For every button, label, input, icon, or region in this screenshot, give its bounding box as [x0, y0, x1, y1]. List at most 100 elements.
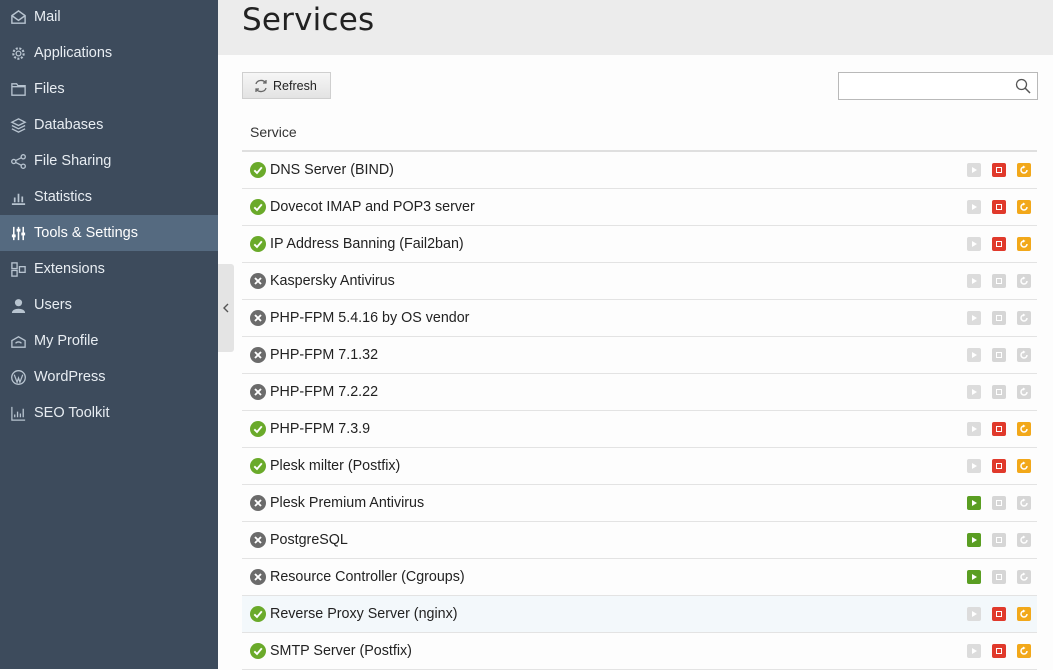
status-running-icon [250, 199, 266, 215]
start-service-button[interactable] [967, 311, 981, 325]
table-row[interactable]: Reverse Proxy Server (nginx) [242, 596, 1037, 633]
table-row[interactable]: SMTP Server (Postfix) [242, 633, 1037, 670]
restart-service-button[interactable] [1017, 311, 1031, 325]
start-service-button[interactable] [967, 163, 981, 177]
start-service-button[interactable] [967, 496, 981, 510]
row-actions [967, 607, 1031, 621]
sidebar-item-label: Users [34, 297, 72, 313]
sidebar-item-file-sharing[interactable]: File Sharing [0, 143, 218, 179]
sidebar-item-label: Databases [34, 117, 104, 133]
table-row[interactable]: PostgreSQL [242, 522, 1037, 559]
start-service-button[interactable] [967, 348, 981, 362]
table-row[interactable]: DNS Server (BIND) [242, 152, 1037, 189]
service-name: SMTP Server (Postfix) [270, 643, 412, 659]
sidebar-item-applications[interactable]: Applications [0, 35, 218, 71]
table-row[interactable]: Kaspersky Antivirus [242, 263, 1037, 300]
restart-service-button[interactable] [1017, 496, 1031, 510]
sidebar-item-label: Mail [34, 9, 61, 25]
stop-service-button[interactable] [992, 422, 1006, 436]
stop-service-button[interactable] [992, 237, 1006, 251]
stop-service-button[interactable] [992, 607, 1006, 621]
status-stopped-icon [250, 310, 266, 326]
stop-service-button[interactable] [992, 385, 1006, 399]
table-row[interactable]: Plesk milter (Postfix) [242, 448, 1037, 485]
sidebar-item-files[interactable]: Files [0, 71, 218, 107]
service-name: PHP-FPM 7.1.32 [270, 347, 379, 363]
table-row[interactable]: Plesk Premium Antivirus [242, 485, 1037, 522]
start-service-button[interactable] [967, 385, 981, 399]
sidebar-item-users[interactable]: Users [0, 287, 218, 323]
start-service-button[interactable] [967, 533, 981, 547]
restart-service-button[interactable] [1017, 274, 1031, 288]
sidebar-item-label: SEO Toolkit [34, 405, 110, 421]
stop-service-button[interactable] [992, 348, 1006, 362]
start-service-button[interactable] [967, 644, 981, 658]
restart-service-button[interactable] [1017, 348, 1031, 362]
table-row[interactable]: PHP-FPM 7.3.9 [242, 411, 1037, 448]
status-running-icon [250, 606, 266, 622]
start-service-button[interactable] [967, 422, 981, 436]
table-row[interactable]: IP Address Banning (Fail2ban) [242, 226, 1037, 263]
start-service-button[interactable] [967, 274, 981, 288]
search-input[interactable] [843, 73, 1012, 99]
stop-service-button[interactable] [992, 533, 1006, 547]
extensions-icon [9, 260, 27, 278]
restart-service-button[interactable] [1017, 607, 1031, 621]
stop-service-button[interactable] [992, 459, 1006, 473]
status-stopped-icon [250, 347, 266, 363]
restart-service-button[interactable] [1017, 200, 1031, 214]
status-stopped-icon [250, 569, 266, 585]
service-name: Reverse Proxy Server (nginx) [270, 606, 458, 622]
user-icon [9, 296, 27, 314]
service-name: Plesk milter (Postfix) [270, 458, 401, 474]
sidebar-item-seo-toolkit[interactable]: SEO Toolkit [0, 395, 218, 431]
table-body: DNS Server (BIND) Dovecot IMAP and POP3 s… [242, 152, 1037, 670]
restart-service-button[interactable] [1017, 422, 1031, 436]
table-row[interactable]: PHP-FPM 7.2.22 [242, 374, 1037, 411]
restart-service-button[interactable] [1017, 385, 1031, 399]
sidebar-item-label: Files [34, 81, 65, 97]
stop-service-button[interactable] [992, 570, 1006, 584]
service-name: Dovecot IMAP and POP3 server [270, 199, 475, 215]
wordpress-icon [9, 368, 27, 386]
row-actions [967, 385, 1031, 399]
start-service-button[interactable] [967, 570, 981, 584]
restart-service-button[interactable] [1017, 533, 1031, 547]
sidebar-item-label: WordPress [34, 369, 106, 385]
restart-service-button[interactable] [1017, 237, 1031, 251]
sidebar-item-wordpress[interactable]: WordPress [0, 359, 218, 395]
start-service-button[interactable] [967, 200, 981, 214]
row-actions [967, 237, 1031, 251]
restart-service-button[interactable] [1017, 163, 1031, 177]
stop-service-button[interactable] [992, 274, 1006, 288]
sidebar-item-my-profile[interactable]: My Profile [0, 323, 218, 359]
sidebar-item-mail[interactable]: Mail [0, 0, 218, 35]
sidebar-item-statistics[interactable]: Statistics [0, 179, 218, 215]
start-service-button[interactable] [967, 607, 981, 621]
start-service-button[interactable] [967, 237, 981, 251]
services-table: Service DNS Server (BIND) Dovecot IMAP an… [242, 114, 1037, 670]
search-icon[interactable] [1015, 78, 1031, 94]
table-row[interactable]: PHP-FPM 5.4.16 by OS vendor [242, 300, 1037, 337]
row-actions [967, 163, 1031, 177]
sidebar-item-tools-settings[interactable]: Tools & Settings [0, 215, 218, 251]
table-row[interactable]: PHP-FPM 7.1.32 [242, 337, 1037, 374]
stop-service-button[interactable] [992, 163, 1006, 177]
stop-service-button[interactable] [992, 200, 1006, 214]
sidebar-item-databases[interactable]: Databases [0, 107, 218, 143]
status-running-icon [250, 162, 266, 178]
refresh-button[interactable]: Refresh [242, 72, 331, 99]
start-service-button[interactable] [967, 459, 981, 473]
stop-service-button[interactable] [992, 496, 1006, 510]
restart-service-button[interactable] [1017, 644, 1031, 658]
stop-service-button[interactable] [992, 644, 1006, 658]
sidebar-item-extensions[interactable]: Extensions [0, 251, 218, 287]
column-header-service[interactable]: Service [242, 114, 1037, 152]
stop-service-button[interactable] [992, 311, 1006, 325]
row-actions [967, 311, 1031, 325]
restart-service-button[interactable] [1017, 459, 1031, 473]
table-row[interactable]: Dovecot IMAP and POP3 server [242, 189, 1037, 226]
restart-service-button[interactable] [1017, 570, 1031, 584]
table-row[interactable]: Resource Controller (Cgroups) [242, 559, 1037, 596]
sidebar-collapse-toggle[interactable] [218, 264, 234, 352]
